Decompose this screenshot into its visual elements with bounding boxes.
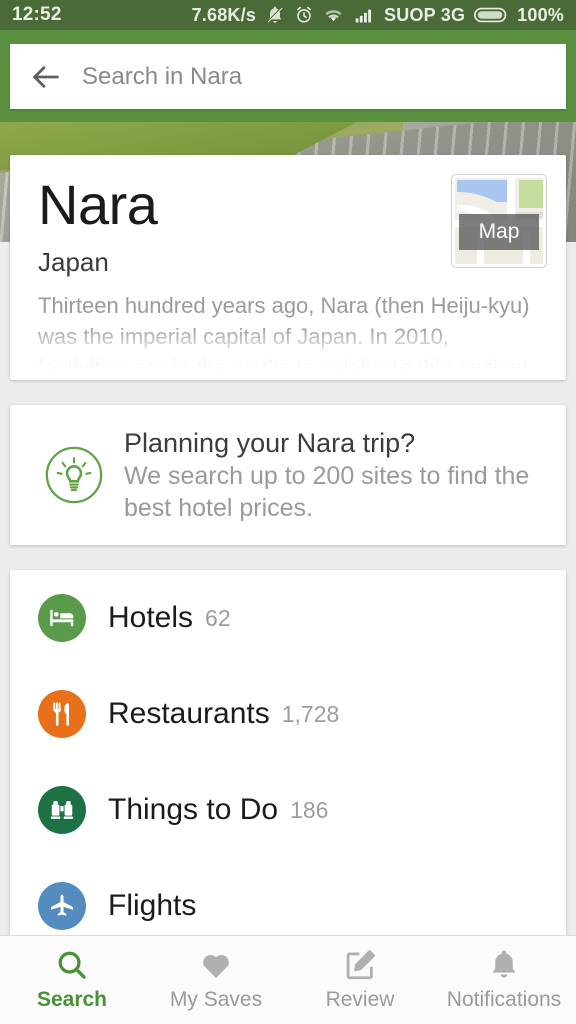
lightbulb-icon bbox=[45, 446, 103, 504]
promo-text: Planning your Nara trip? We search up to… bbox=[116, 426, 544, 525]
app-screen: 12:52 7.68K/s SUOP 3G 100% Search in Nar… bbox=[0, 0, 576, 1024]
promo-card[interactable]: Planning your Nara trip? We search up to… bbox=[10, 405, 566, 545]
alarm-clock-icon bbox=[297, 6, 311, 23]
nav-label: Notifications bbox=[446, 988, 562, 1011]
nav-label: Search bbox=[36, 988, 108, 1011]
nav-item-search[interactable]: Search bbox=[0, 948, 144, 1012]
binoculars-icon bbox=[38, 786, 86, 834]
signal-bars-icon bbox=[355, 9, 372, 23]
nav-item-notifications[interactable]: Notifications bbox=[432, 948, 576, 1012]
destination-description: Thirteen hundred years ago, Nara (then H… bbox=[38, 290, 542, 370]
nav-label: My Saves bbox=[169, 988, 263, 1011]
bed-icon bbox=[38, 594, 86, 642]
carrier-label: SUOP 3G bbox=[384, 4, 466, 25]
nav-item-review[interactable]: Review bbox=[288, 948, 432, 1012]
status-bar: 12:52 7.68K/s SUOP 3G 100% bbox=[0, 0, 576, 30]
status-clock: 12:52 bbox=[12, 4, 62, 25]
wifi-icon bbox=[325, 10, 342, 22]
promo-subtitle: We search up to 200 sites to find the be… bbox=[124, 462, 530, 523]
status-icons-group: 7.68K/s SUOP 3G 100% bbox=[192, 5, 564, 26]
app-header: Search in Nara bbox=[0, 30, 576, 122]
list-item[interactable]: Things to Do 186 bbox=[10, 762, 566, 858]
bell-icon bbox=[492, 950, 516, 978]
map-label: Map bbox=[459, 214, 539, 250]
nav-item-my-saves[interactable]: My Saves bbox=[144, 948, 288, 1012]
promo-title: Planning your Nara trip? bbox=[124, 427, 416, 458]
back-button[interactable] bbox=[10, 60, 82, 94]
category-card: Hotels 62 Restaurants 1,728 Things to Do… bbox=[10, 570, 566, 950]
category-count: 1,728 bbox=[281, 700, 340, 727]
list-item[interactable]: Hotels 62 bbox=[10, 570, 566, 666]
category-label: Restaurants bbox=[108, 697, 270, 730]
heart-icon bbox=[203, 954, 229, 979]
category-label: Things to Do bbox=[108, 793, 279, 826]
battery-percent-label: 100% bbox=[517, 4, 564, 25]
bell-muted-icon bbox=[267, 6, 283, 23]
list-item[interactable]: Restaurants 1,728 bbox=[10, 666, 566, 762]
search-input[interactable]: Search in Nara bbox=[82, 63, 242, 91]
category-label: Flights bbox=[108, 889, 197, 922]
back-arrow-icon bbox=[33, 65, 59, 88]
airplane-icon bbox=[38, 882, 86, 930]
network-speed-label: 7.68K/s bbox=[191, 4, 257, 25]
category-count: 62 bbox=[205, 604, 231, 631]
edit-square-icon bbox=[346, 950, 376, 980]
category-count: 186 bbox=[290, 796, 329, 823]
category-label: Hotels bbox=[108, 601, 194, 634]
battery-icon bbox=[474, 7, 507, 23]
cutlery-icon bbox=[38, 690, 86, 738]
bottom-navigation: Search My Saves Review Notifications bbox=[0, 935, 576, 1024]
destination-card[interactable]: Nara Japan Thirteen hundred years ago, N… bbox=[10, 155, 566, 380]
search-bar[interactable]: Search in Nara bbox=[10, 44, 566, 109]
nav-label: Review bbox=[325, 988, 395, 1011]
promo-icon-wrap bbox=[32, 444, 116, 506]
map-thumbnail-button[interactable]: Map bbox=[452, 175, 546, 267]
search-icon bbox=[58, 951, 86, 979]
